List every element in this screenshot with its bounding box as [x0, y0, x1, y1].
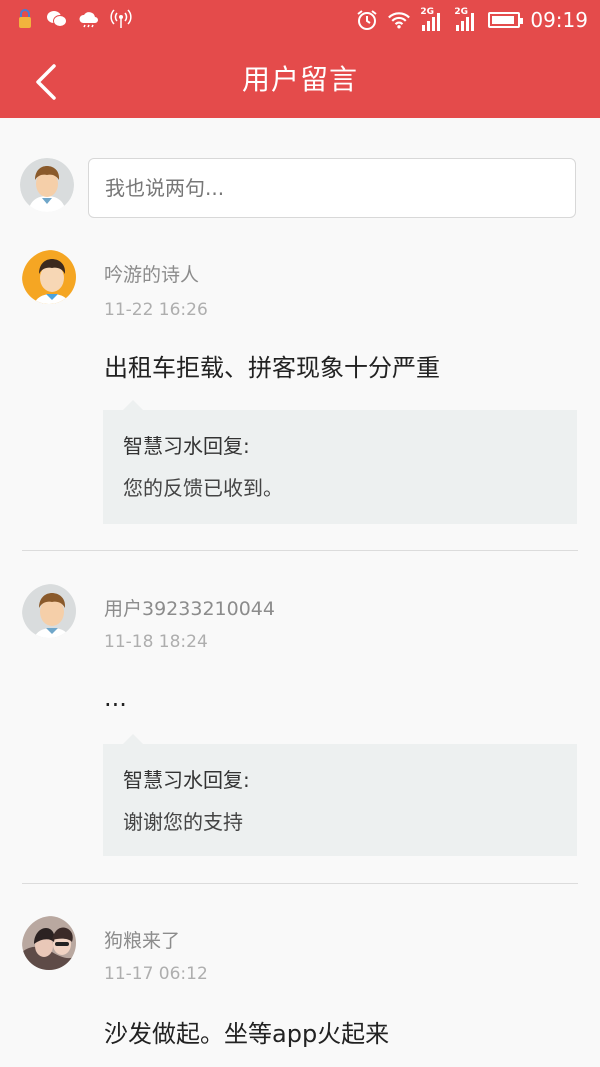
lock-icon	[14, 8, 36, 30]
comment-composer: 我也说两句...	[0, 118, 600, 230]
comment-username: 狗粮来了	[104, 930, 181, 952]
app-header: 用户留言	[0, 42, 600, 118]
comment-item: 吟游的诗人 11-22 16:26 出租车拒载、拼客现象十分严重 智慧习水回复:…	[0, 250, 600, 550]
reply-text: 谢谢您的支持	[123, 810, 243, 834]
reply-author: 智慧习水回复:	[123, 434, 250, 458]
comment-item: 用户39233210044 11-18 18:24 ... 智慧习水回复: 谢谢…	[0, 584, 600, 884]
cloud-icon	[78, 8, 100, 30]
reply-box: 智慧习水回复: 谢谢您的支持	[103, 734, 577, 856]
divider	[22, 883, 578, 884]
comment-username: 用户39233210044	[104, 598, 275, 620]
status-bar: 2G 2G 09:19	[0, 0, 600, 42]
alarm-icon	[356, 9, 378, 31]
comment-text: ...	[104, 684, 127, 712]
wechat-icon	[46, 8, 68, 30]
reply-text: 您的反馈已收到。	[123, 476, 283, 500]
battery-icon	[488, 12, 524, 28]
comment-time: 11-17 06:12	[104, 964, 208, 984]
signal-icon-2: 2G	[454, 7, 478, 31]
reply-author: 智慧习水回复:	[123, 768, 250, 792]
user-avatar-photo	[22, 916, 76, 970]
user-avatar	[22, 250, 76, 304]
page-title: 用户留言	[241, 63, 358, 96]
current-user-avatar	[20, 158, 74, 212]
comment-text: 出租车拒载、拼客现象十分严重	[104, 354, 440, 382]
divider	[22, 550, 578, 551]
comment-time: 11-18 18:24	[104, 632, 208, 652]
reply-box: 智慧习水回复: 您的反馈已收到。	[103, 400, 577, 524]
hotspot-icon	[110, 8, 132, 30]
comment-username: 吟游的诗人	[104, 264, 200, 286]
user-avatar	[22, 584, 76, 638]
comment-text: 沙发做起。坐等app火起来	[104, 1020, 390, 1048]
status-time: 09:19	[530, 8, 588, 32]
comment-input[interactable]: 我也说两句...	[88, 158, 576, 218]
comment-time: 11-22 16:26	[104, 300, 208, 320]
wifi-icon	[388, 9, 411, 31]
signal-icon: 2G	[420, 7, 444, 31]
comment-item: 狗粮来了 11-17 06:12 沙发做起。坐等app火起来	[0, 916, 600, 1067]
